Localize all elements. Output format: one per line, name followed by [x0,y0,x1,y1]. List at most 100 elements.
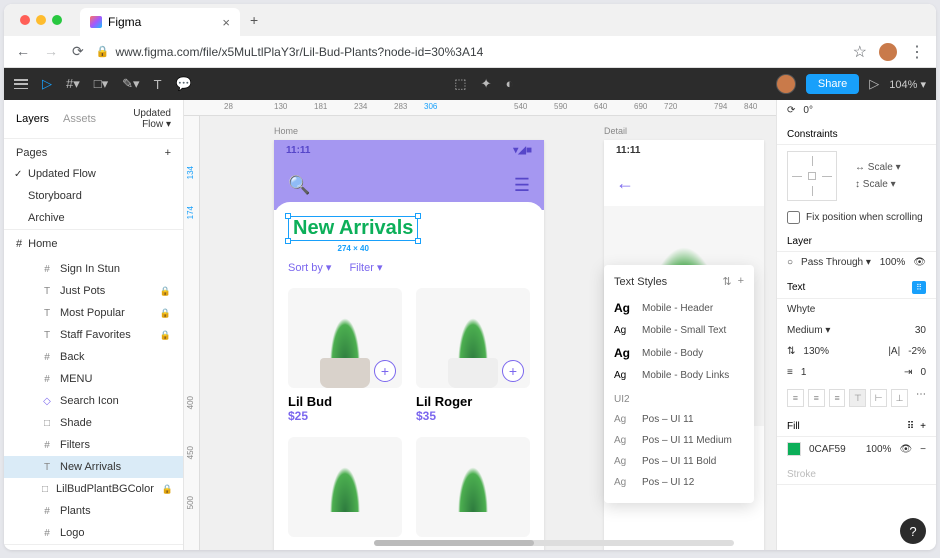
layer-item[interactable]: #Filters [4,434,183,456]
fill-color-swatch[interactable] [787,442,801,456]
fill-opacity-input[interactable]: 100% [866,444,892,455]
share-button[interactable]: Share [806,74,859,94]
font-weight-select[interactable]: Medium ▾ [787,325,830,336]
add-fill-icon[interactable]: + [920,421,926,432]
font-size-input[interactable]: 30 [915,325,926,336]
text-style-item[interactable]: AgMobile - Small Text [614,320,744,341]
main-menu-icon[interactable] [14,79,28,89]
text-style-item[interactable]: AgPos – UI 11 Medium [614,430,744,451]
letter-spacing-input[interactable]: -2% [908,346,926,357]
page-item[interactable]: Updated Flow [4,163,183,185]
layer-item[interactable]: TJust Pots🔒 [4,280,183,302]
v-constraint-select[interactable]: ↕ Scale ▾ [855,179,928,190]
text-style-badge[interactable]: ⠿ [912,281,926,294]
align-top-icon[interactable]: ⊤ [849,389,866,407]
shape-tool-icon[interactable]: □▾ [94,76,108,92]
layer-item[interactable]: #MENU [4,368,183,390]
zoom-level[interactable]: 104% ▾ [889,78,926,91]
text-options-icon[interactable]: ⋯ [916,389,926,407]
horizontal-scrollbar[interactable] [374,540,734,546]
layers-frame-header[interactable]: # Login Prompt [4,544,183,550]
selection-handle[interactable] [415,213,421,219]
selection-handle[interactable] [285,213,291,219]
page-dropdown[interactable]: Updated Flow ▾ [110,108,171,130]
user-avatar[interactable] [776,74,796,94]
align-center-icon[interactable]: ≡ [808,389,825,407]
add-page-icon[interactable]: + [165,147,171,159]
layers-tab[interactable]: Layers [16,113,49,125]
add-style-icon[interactable]: + [738,275,744,288]
rotation-value[interactable]: 0° [803,105,813,116]
browser-menu-icon[interactable]: ⋮ [909,42,924,62]
layers-frame-header[interactable]: # Home [4,230,183,258]
constraint-widget[interactable] [787,151,837,201]
help-button[interactable]: ? [900,518,926,544]
line-height-input[interactable]: 130% [803,346,829,357]
assets-tab[interactable]: Assets [63,113,96,125]
reload-icon[interactable]: ⟳ [72,43,84,60]
layer-item[interactable]: #Plants [4,500,183,522]
layer-item[interactable]: TStaff Favorites🔒 [4,324,183,346]
boolean-icon[interactable]: ◐ [505,76,513,92]
align-bottom-icon[interactable]: ⊥ [891,389,908,407]
layer-item[interactable]: #Logo [4,522,183,544]
sort-icon[interactable]: ⇅ [722,275,731,288]
font-family-select[interactable]: Whyte [787,304,815,315]
text-style-item[interactable]: AgMobile - Body [614,341,744,365]
back-icon[interactable]: ← [16,43,30,60]
layer-item[interactable]: ◇Search Icon [4,390,183,412]
text-style-item[interactable]: AgPos – UI 12 [614,472,744,493]
paragraph-spacing-input[interactable]: 1 [801,367,807,378]
artboard-home[interactable]: 11:11 ▾◢■ 🔍 ☰ New Arrivals 274 × 40 [274,140,544,550]
layer-item[interactable]: □LilBudPlantBGColor🔒 [4,478,183,500]
selection-handle[interactable] [285,238,291,244]
page-item[interactable]: Storyboard [4,185,183,207]
window-maximize[interactable] [52,15,62,25]
text-style-item[interactable]: AgMobile - Header [614,296,744,320]
pen-tool-icon[interactable]: ✎▾ [122,76,139,92]
new-tab-button[interactable]: + [250,12,258,28]
text-styles-panel[interactable]: Text Styles ⇅ + AgMobile - HeaderAgMobil… [604,265,754,503]
text-tool-icon[interactable]: T [154,77,162,92]
title-new-arrivals[interactable]: New Arrivals 274 × 40 [288,216,418,241]
fill-hex-input[interactable]: 0CAF59 [809,444,846,455]
text-style-item[interactable]: AgMobile - Body Links [614,365,744,386]
blend-mode-select[interactable]: Pass Through ▾ [801,257,871,268]
layer-item[interactable]: TNew Arrivals [4,456,183,478]
layer-item[interactable]: #Back [4,346,183,368]
move-tool-icon[interactable]: ▷ [42,76,52,92]
profile-avatar[interactable] [879,43,897,61]
layer-opacity[interactable]: 100% [880,257,906,268]
align-left-icon[interactable]: ≡ [787,389,804,407]
comment-tool-icon[interactable]: 💬 [176,76,192,92]
bookmark-icon[interactable]: ☆ [853,42,867,62]
text-style-item[interactable]: AgPos – UI 11 [614,409,744,430]
window-minimize[interactable] [36,15,46,25]
layer-item[interactable]: TMost Popular🔒 [4,302,183,324]
forward-icon[interactable]: → [44,43,58,60]
align-middle-icon[interactable]: ⊢ [870,389,887,407]
close-tab-icon[interactable]: × [222,15,230,30]
fill-styles-icon[interactable]: ⠿ [907,421,914,432]
text-style-item[interactable]: AgPos – UI 11 Bold [614,451,744,472]
remove-fill-icon[interactable]: − [920,444,926,455]
frame-label[interactable]: Detail [604,126,627,136]
fix-position-checkbox[interactable] [787,211,800,224]
present-icon[interactable]: ▷ [869,76,879,92]
layer-item[interactable]: #Sign In Stun [4,258,183,280]
align-right-icon[interactable]: ≡ [829,389,846,407]
paragraph-indent-input[interactable]: 0 [920,367,926,378]
component-icon[interactable]: ⬚ [454,76,466,92]
page-item[interactable]: Archive [4,207,183,229]
frame-label[interactable]: Home [274,126,298,136]
frame-tool-icon[interactable]: #▾ [66,76,80,92]
selection-handle[interactable] [415,238,421,244]
layer-item[interactable]: □Shade [4,412,183,434]
mask-icon[interactable]: ✦ [481,76,492,92]
browser-tab[interactable]: Figma × [80,8,240,36]
url-text[interactable]: www.figma.com/file/x5MuLtlPlaY3r/Lil-Bud… [115,45,483,59]
fill-visibility-icon[interactable]: 👁 [899,444,912,455]
h-constraint-select[interactable]: ↔ Scale ▾ [855,162,928,173]
visibility-icon[interactable]: 👁 [913,257,926,268]
window-close[interactable] [20,15,30,25]
